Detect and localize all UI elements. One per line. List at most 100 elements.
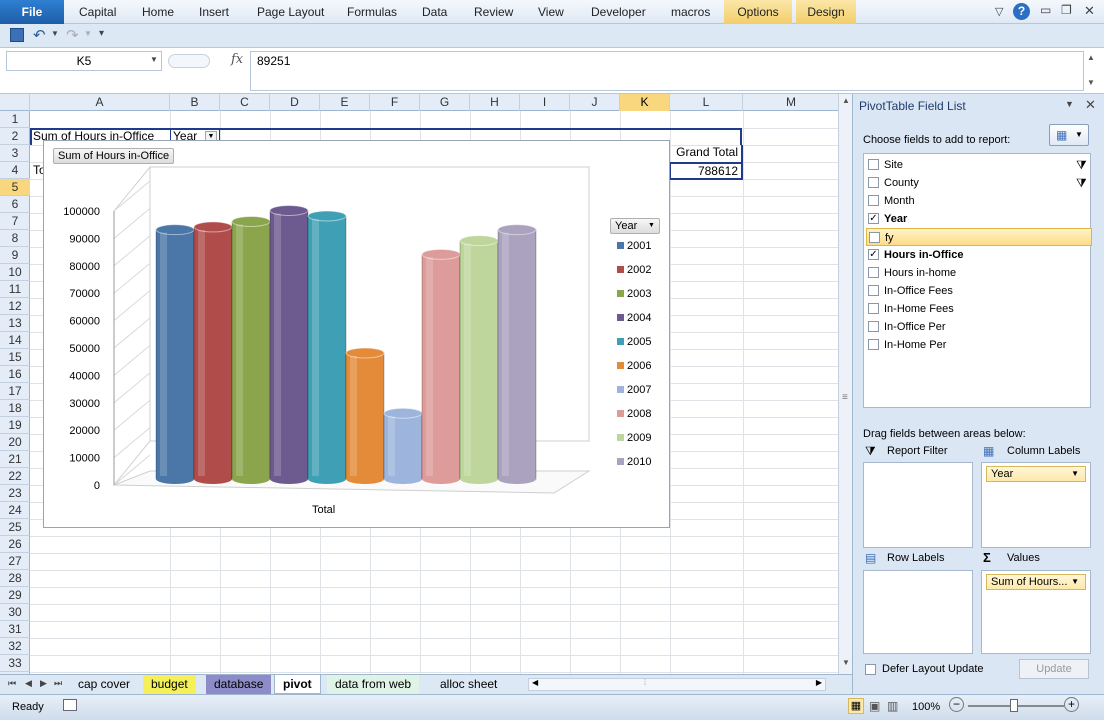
tab-view[interactable]: View (538, 0, 564, 24)
close-icon[interactable]: ✕ (1084, 3, 1095, 19)
report-filter-area[interactable] (863, 462, 973, 548)
normal-view-icon[interactable]: ▦ (848, 698, 864, 714)
row-header-22[interactable]: 22 (0, 468, 30, 485)
column-header-a[interactable]: A (30, 94, 170, 111)
scroll-down-icon[interactable]: ▼ (842, 658, 850, 667)
sheet-tab-database[interactable]: database (206, 675, 272, 694)
save-icon[interactable] (10, 28, 24, 42)
pivot-field-hours-in-office[interactable]: ✓ Hours in-Office (866, 246, 1092, 264)
row-header-33[interactable]: 33 (0, 655, 30, 672)
pivot-field-month[interactable]: Month (866, 192, 1092, 210)
row-labels-area[interactable] (863, 570, 973, 654)
tab-data[interactable]: Data (422, 0, 447, 24)
column-header-h[interactable]: H (470, 94, 520, 111)
prev-sheet-icon[interactable]: ◀ (25, 678, 32, 689)
row-header-25[interactable]: 25 (0, 519, 30, 536)
row-header-9[interactable]: 9 (0, 247, 30, 264)
row-header-2[interactable]: 2 (0, 128, 30, 145)
column-header-g[interactable]: G (420, 94, 470, 111)
pivot-field-in-office-per[interactable]: In-Office Per (866, 318, 1092, 336)
field-checkbox[interactable]: ✓ (868, 249, 879, 260)
row-header-4[interactable]: 4 (0, 162, 30, 179)
column-field-chip[interactable]: Year ▼ (986, 466, 1086, 482)
tab-file[interactable]: File (0, 0, 64, 24)
pivot-field-in-office-fees[interactable]: In-Office Fees (866, 282, 1092, 300)
pivot-field-site[interactable]: Site ⧩ (866, 156, 1092, 174)
undo-icon[interactable]: ↶ (33, 26, 46, 44)
zoom-out-icon[interactable]: − (949, 697, 964, 712)
field-checkbox[interactable]: ✓ (868, 213, 879, 224)
column-header-b[interactable]: B (170, 94, 220, 111)
name-box-dropdown-icon[interactable]: ▼ (150, 55, 158, 64)
formula-input[interactable]: 89251 (250, 51, 1084, 91)
field-checkbox[interactable] (868, 267, 879, 278)
select-all-corner[interactable] (0, 94, 30, 111)
row-header-26[interactable]: 26 (0, 536, 30, 553)
tab-insert[interactable]: Insert (199, 0, 229, 24)
cell-l4[interactable]: Grand Total (670, 145, 743, 162)
pivot-field-hours-in-home[interactable]: Hours in-home (866, 264, 1092, 282)
hscroll-left-icon[interactable]: ◀ (532, 678, 538, 687)
pane-options-dropdown-icon[interactable]: ▼ (1065, 99, 1074, 109)
pivot-field-county[interactable]: County ⧩ (866, 174, 1092, 192)
tab-page-layout[interactable]: Page Layout (257, 0, 324, 24)
row-header-21[interactable]: 21 (0, 451, 30, 468)
row-header-15[interactable]: 15 (0, 349, 30, 366)
formula-scroll-down-icon[interactable]: ▼ (1087, 78, 1095, 87)
row-header-7[interactable]: 7 (0, 213, 30, 230)
cell-l5[interactable]: 788612 (670, 162, 743, 180)
row-header-19[interactable]: 19 (0, 417, 30, 434)
page-break-view-icon[interactable]: ▥ (887, 699, 898, 713)
row-header-5[interactable]: 5 (0, 179, 30, 196)
sheet-tab-budget[interactable]: budget (143, 675, 196, 694)
macro-record-icon[interactable] (63, 699, 77, 711)
row-header-6[interactable]: 6 (0, 196, 30, 213)
field-checkbox[interactable] (868, 159, 879, 170)
column-header-m[interactable]: M (743, 94, 840, 111)
field-checkbox[interactable] (868, 195, 879, 206)
sheet-tab-cap-cover[interactable]: cap cover (70, 675, 139, 694)
tab-capital[interactable]: Capital (79, 0, 116, 24)
row-header-13[interactable]: 13 (0, 315, 30, 332)
row-header-20[interactable]: 20 (0, 434, 30, 451)
column-header-f[interactable]: F (370, 94, 420, 111)
last-sheet-icon[interactable]: ⏭ (54, 678, 62, 689)
next-sheet-icon[interactable]: ▶ (40, 678, 47, 689)
pivot-field-in-home-per[interactable]: In-Home Per (866, 336, 1092, 354)
row-header-11[interactable]: 11 (0, 281, 30, 298)
tab-review[interactable]: Review (474, 0, 513, 24)
tab-macros[interactable]: macros (671, 0, 710, 24)
formula-bar-grip[interactable] (168, 54, 210, 68)
pivot-field-in-home-fees[interactable]: In-Home Fees (866, 300, 1092, 318)
tab-design[interactable]: Design (796, 0, 856, 24)
update-button[interactable]: Update (1019, 659, 1089, 679)
column-header-e[interactable]: E (320, 94, 370, 111)
undo-dropdown-icon[interactable]: ▼ (51, 29, 59, 38)
column-header-k[interactable]: K (620, 94, 670, 111)
row-header-16[interactable]: 16 (0, 366, 30, 383)
row-header-10[interactable]: 10 (0, 264, 30, 281)
customize-qat-icon[interactable]: ▾ (99, 28, 104, 39)
row-header-24[interactable]: 24 (0, 502, 30, 519)
zoom-slider-thumb[interactable] (1010, 699, 1018, 712)
column-header-c[interactable]: C (220, 94, 270, 111)
field-checkbox[interactable] (869, 232, 880, 243)
row-header-32[interactable]: 32 (0, 638, 30, 655)
scroll-up-icon[interactable]: ▲ (842, 96, 850, 105)
legend-year-field-button[interactable]: Year ▼ (610, 218, 660, 234)
row-header-23[interactable]: 23 (0, 485, 30, 502)
pivot-field-year[interactable]: ✓ Year (866, 210, 1092, 228)
field-filter-icon[interactable]: ⧩ (1076, 156, 1087, 174)
zoom-level[interactable]: 100% (912, 701, 940, 713)
field-checkbox[interactable] (868, 321, 879, 332)
row-header-18[interactable]: 18 (0, 400, 30, 417)
sheet-tab-data-from-web[interactable]: data from web (327, 675, 420, 694)
hscroll-right-icon[interactable]: ▶ (816, 678, 822, 687)
column-header-l[interactable]: L (670, 94, 743, 111)
hscroll-grip-icon[interactable]: ⦙ (644, 677, 646, 688)
row-header-29[interactable]: 29 (0, 587, 30, 604)
column-header-i[interactable]: I (520, 94, 570, 111)
ribbon-collapse-icon[interactable]: ▽ (995, 5, 1003, 18)
insert-function-icon[interactable]: fx (231, 52, 243, 67)
field-checkbox[interactable] (868, 285, 879, 296)
